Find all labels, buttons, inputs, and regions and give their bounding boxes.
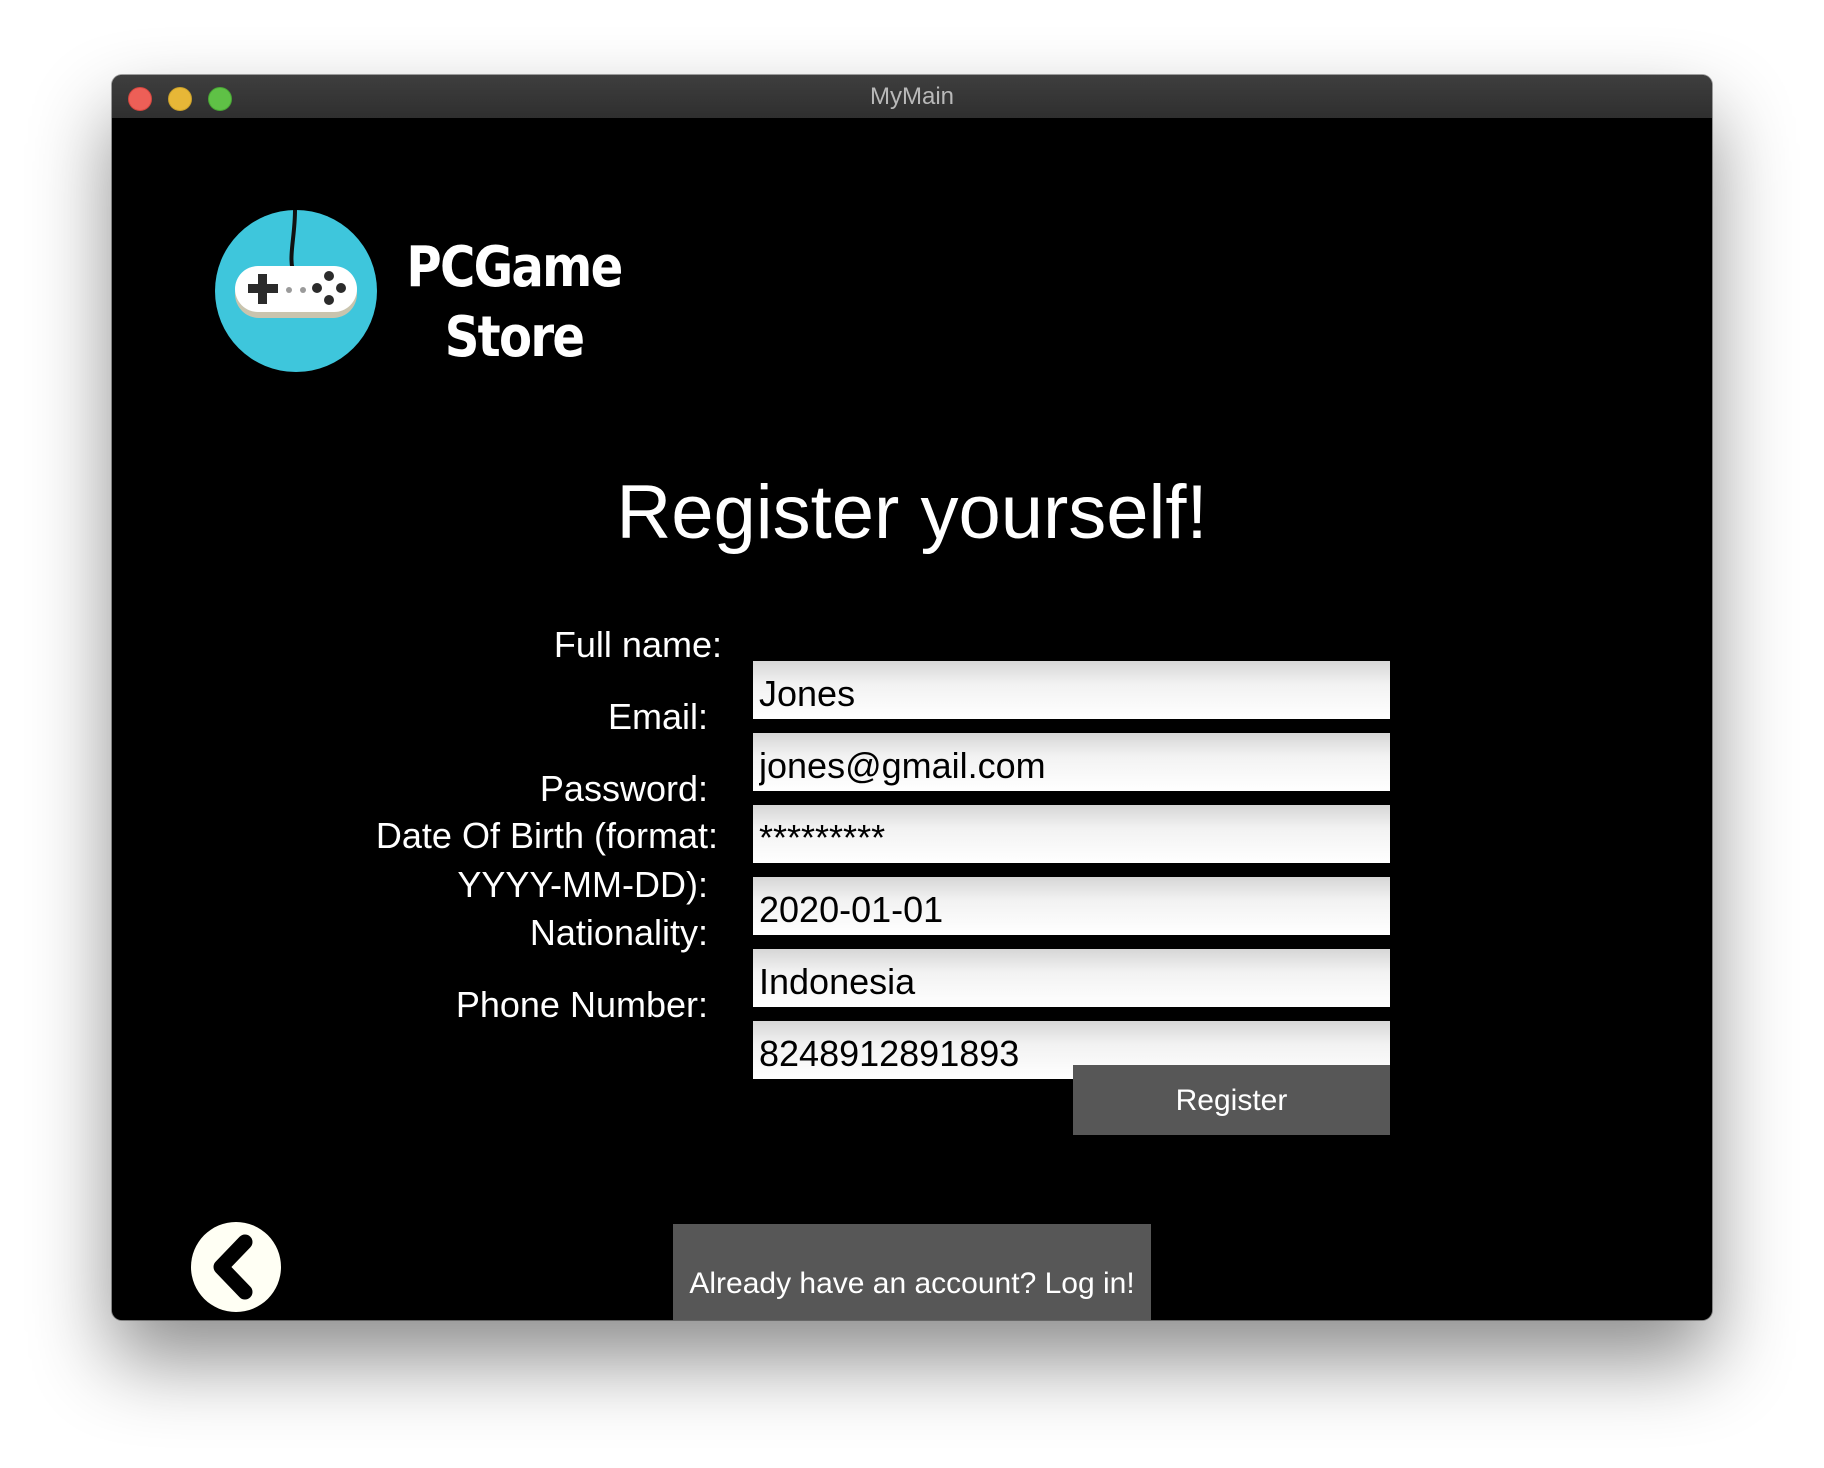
brand-line-2: Store: [444, 305, 585, 370]
dob-label-line-1: Date Of Birth (format:: [375, 815, 718, 856]
page-title: Register yourself!: [616, 470, 1208, 555]
email-label: Email:: [607, 696, 708, 737]
gamepad-icon: [215, 210, 377, 372]
back-button[interactable]: [191, 1222, 281, 1312]
full-name-field[interactable]: [753, 661, 1390, 719]
brand-name: PCGame Store: [402, 233, 626, 373]
login-button[interactable]: Already have an account? Log in!: [673, 1224, 1151, 1320]
page-heading-wrap: Register yourself!: [112, 468, 1712, 558]
brand-line-1: PCGame: [406, 235, 623, 300]
register-button[interactable]: Register: [1073, 1065, 1390, 1135]
dob-field[interactable]: [753, 877, 1390, 935]
nationality-label: Nationality:: [529, 912, 708, 953]
phone-number-label: Phone Number:: [455, 984, 708, 1025]
full-name-label: Full name:: [553, 624, 722, 665]
chevron-left-icon: [213, 1234, 253, 1300]
password-field[interactable]: [753, 805, 1390, 863]
title-bar[interactable]: MyMain: [112, 75, 1712, 119]
app-window: MyMain PCGame Store Register yourself! F…: [112, 75, 1712, 1320]
dob-label-line-2: YYYY-MM-DD):: [457, 864, 708, 905]
register-screen: PCGame Store Register yourself! Full nam…: [112, 118, 1712, 1320]
email-field[interactable]: [753, 733, 1390, 791]
nationality-field[interactable]: [753, 949, 1390, 1007]
password-label: Password:: [539, 768, 708, 809]
window-title: MyMain: [869, 83, 954, 110]
